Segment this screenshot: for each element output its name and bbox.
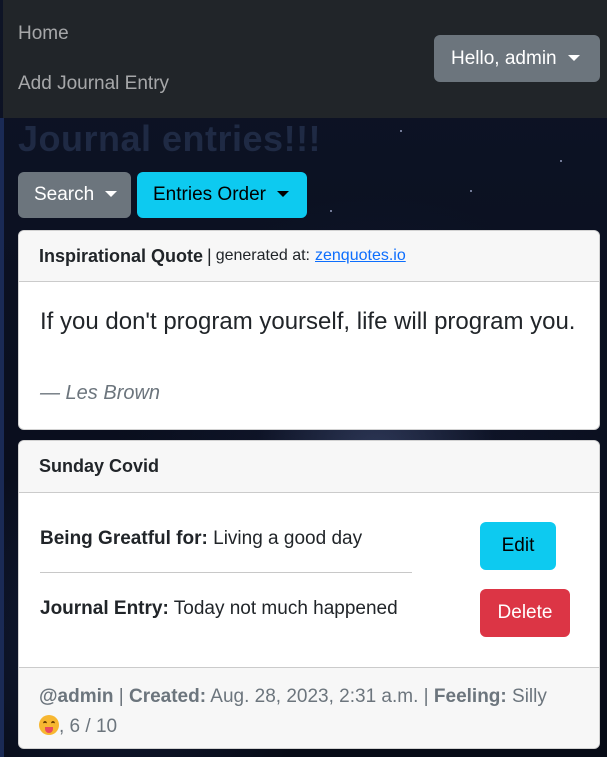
user-menu-label: Hello, admin: [451, 47, 557, 69]
created-value: Aug. 28, 2023, 2:31 a.m.: [210, 686, 419, 707]
journal-entry-card: Sunday Covid Being Greatful for: Living …: [18, 440, 600, 749]
entry-author: @admin: [39, 686, 114, 707]
page-title: Journal entries!!!: [18, 118, 322, 159]
footer-separator: |: [118, 686, 124, 707]
quote-card: Inspirational Quote | generated at: zenq…: [18, 230, 600, 430]
greatful-value: Living a good day: [213, 528, 363, 549]
chevron-down-icon: [276, 191, 289, 197]
left-edge-strip: [0, 118, 4, 757]
greatful-label: Being Greatful for:: [40, 528, 208, 549]
chevron-down-icon: [105, 191, 118, 197]
chevron-down-icon: [567, 54, 580, 61]
search-button-label: Search: [34, 184, 95, 205]
zenquotes-link[interactable]: zenquotes.io: [315, 247, 406, 265]
nav-link-add-journal-entry[interactable]: Add Journal Entry: [18, 73, 169, 95]
quote-card-header: Inspirational Quote | generated at: zenq…: [19, 231, 599, 282]
entries-order-dropdown-button[interactable]: Entries Order: [137, 172, 307, 218]
user-menu-button[interactable]: Hello, admin: [434, 35, 600, 82]
footer-separator: |: [423, 686, 429, 707]
entry-footer: @admin | Created: Aug. 28, 2023, 2:31 a.…: [19, 667, 599, 748]
navbar: Home Add Journal Entry Hello, admin: [3, 0, 607, 118]
edit-button[interactable]: Edit: [480, 522, 556, 570]
search-dropdown-button[interactable]: Search: [18, 172, 131, 218]
entries-order-button-label: Entries Order: [153, 184, 266, 205]
generated-at-label: generated at:: [215, 247, 310, 264]
feeling-value: Silly: [512, 686, 547, 707]
created-label: Created:: [128, 686, 207, 707]
greatful-row: Being Greatful for: Living a good day: [40, 528, 362, 550]
journal-entry-value: Today not much happened: [173, 598, 398, 619]
nav-link-home[interactable]: Home: [18, 23, 69, 45]
feeling-rating: , 6 / 10: [59, 716, 118, 737]
feeling-label: Feeling:: [433, 686, 507, 707]
journal-entry-row: Journal Entry: Today not much happened: [40, 598, 398, 620]
quote-author: — Les Brown: [40, 382, 161, 404]
divider: [40, 572, 412, 573]
delete-button[interactable]: Delete: [480, 589, 570, 637]
journal-entry-label: Journal Entry:: [40, 598, 169, 619]
entry-title: Sunday Covid: [19, 441, 599, 493]
silly-face-emoji-icon: [39, 715, 59, 735]
quote-card-title: Inspirational Quote: [39, 245, 204, 266]
quote-text: If you don't program yourself, life will…: [40, 308, 576, 335]
header-separator: |: [207, 245, 212, 266]
